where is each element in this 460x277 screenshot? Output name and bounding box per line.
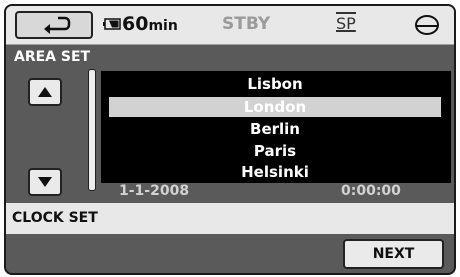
city-item[interactable]: Helsinki [109, 162, 441, 182]
return-arrow-icon [44, 16, 71, 34]
lcd-screen: 60min STBY SP AREA SET Lisbon London Ber… [4, 4, 456, 275]
city-item[interactable]: Berlin [109, 119, 441, 139]
city-item[interactable]: Paris [109, 141, 441, 161]
next-button[interactable]: NEXT [343, 239, 444, 269]
scroll-down-button[interactable] [28, 168, 62, 196]
quality-indicator: SP [336, 12, 356, 33]
scroll-up-button[interactable] [28, 78, 62, 106]
battery-icon [103, 18, 121, 30]
status-bar: 60min STBY SP [6, 6, 454, 45]
city-item[interactable]: Lisbon [109, 74, 441, 94]
city-list: Lisbon London Berlin Paris Helsinki [101, 71, 451, 183]
current-date: 1-1-2008 [119, 183, 190, 199]
back-button[interactable] [15, 11, 93, 39]
disc-icon [415, 15, 439, 35]
city-item-selected[interactable]: London [109, 97, 441, 117]
current-time: 0:00:00 [341, 183, 401, 199]
battery-unit: min [148, 18, 178, 34]
up-arrow-icon [38, 87, 52, 97]
down-arrow-icon [38, 177, 52, 187]
clock-set-bar: CLOCK SET [6, 203, 454, 234]
clock-set-title: CLOCK SET [12, 210, 98, 226]
battery-remaining: 60min [122, 13, 178, 35]
scrollbar[interactable] [88, 69, 96, 191]
mode-indicator: STBY [222, 14, 271, 34]
area-set-title: AREA SET [14, 49, 91, 65]
battery-value: 60 [122, 13, 149, 35]
